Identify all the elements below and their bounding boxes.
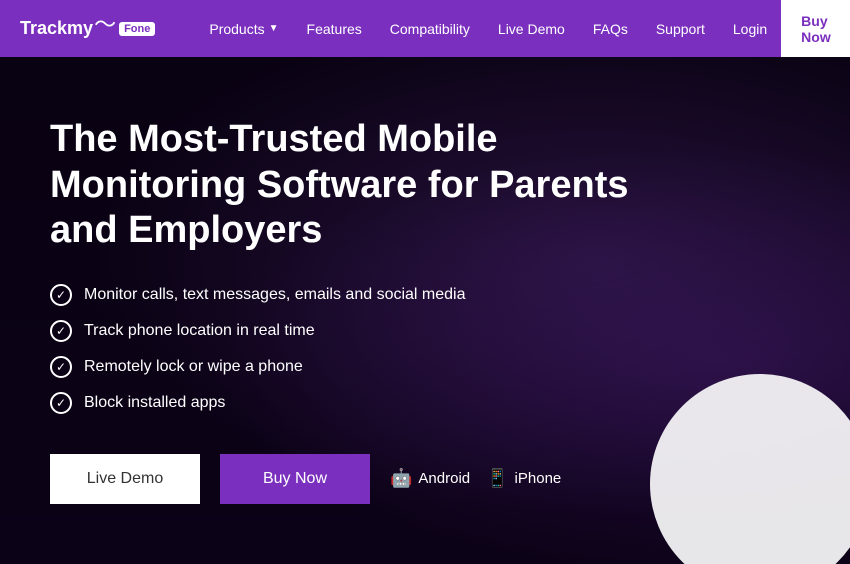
nav-login[interactable]: Login	[719, 0, 781, 57]
buy-now-button[interactable]: Buy Now	[220, 454, 370, 504]
check-icon-2: ✓	[50, 320, 72, 342]
nav-links: Products ▼ Features Compatibility Live D…	[195, 0, 781, 57]
feature-item-2: ✓ Track phone location in real time	[50, 320, 800, 342]
nav-support[interactable]: Support	[642, 0, 719, 57]
features-list: ✓ Monitor calls, text messages, emails a…	[50, 284, 800, 414]
android-platform: 🤖 Android	[390, 468, 470, 489]
navbar: Trackmy 〜 Fone Products ▼ Features Compa…	[0, 0, 850, 57]
android-icon: 🤖	[390, 468, 412, 489]
wifi-icon: 〜	[94, 7, 116, 39]
cta-row: Live Demo Buy Now 🤖 Android 📱 iPhone	[50, 454, 800, 504]
nav-buy-now-button[interactable]: Buy Now	[781, 0, 850, 57]
hero-section: The Most-Trusted Mobile Monitoring Softw…	[0, 57, 850, 564]
iphone-icon: 📱	[486, 468, 508, 489]
nav-live-demo[interactable]: Live Demo	[484, 0, 579, 57]
iphone-platform: 📱 iPhone	[486, 468, 561, 489]
logo-badge: Fone	[119, 22, 155, 36]
hero-title: The Most-Trusted Mobile Monitoring Softw…	[50, 117, 650, 254]
logo[interactable]: Trackmy 〜 Fone	[20, 13, 155, 45]
platform-row: 🤖 Android 📱 iPhone	[390, 468, 561, 489]
feature-item-3: ✓ Remotely lock or wipe a phone	[50, 356, 800, 378]
feature-item-4: ✓ Block installed apps	[50, 392, 800, 414]
check-icon-4: ✓	[50, 392, 72, 414]
logo-text: Trackmy	[20, 18, 93, 39]
nav-features[interactable]: Features	[293, 0, 376, 57]
live-demo-button[interactable]: Live Demo	[50, 454, 200, 504]
nav-faqs[interactable]: FAQs	[579, 0, 642, 57]
products-dropdown-icon: ▼	[269, 23, 279, 34]
check-icon-1: ✓	[50, 284, 72, 306]
check-icon-3: ✓	[50, 356, 72, 378]
hero-content: The Most-Trusted Mobile Monitoring Softw…	[50, 117, 800, 504]
nav-products[interactable]: Products ▼	[195, 0, 292, 57]
nav-compatibility[interactable]: Compatibility	[376, 0, 484, 57]
feature-item-1: ✓ Monitor calls, text messages, emails a…	[50, 284, 800, 306]
